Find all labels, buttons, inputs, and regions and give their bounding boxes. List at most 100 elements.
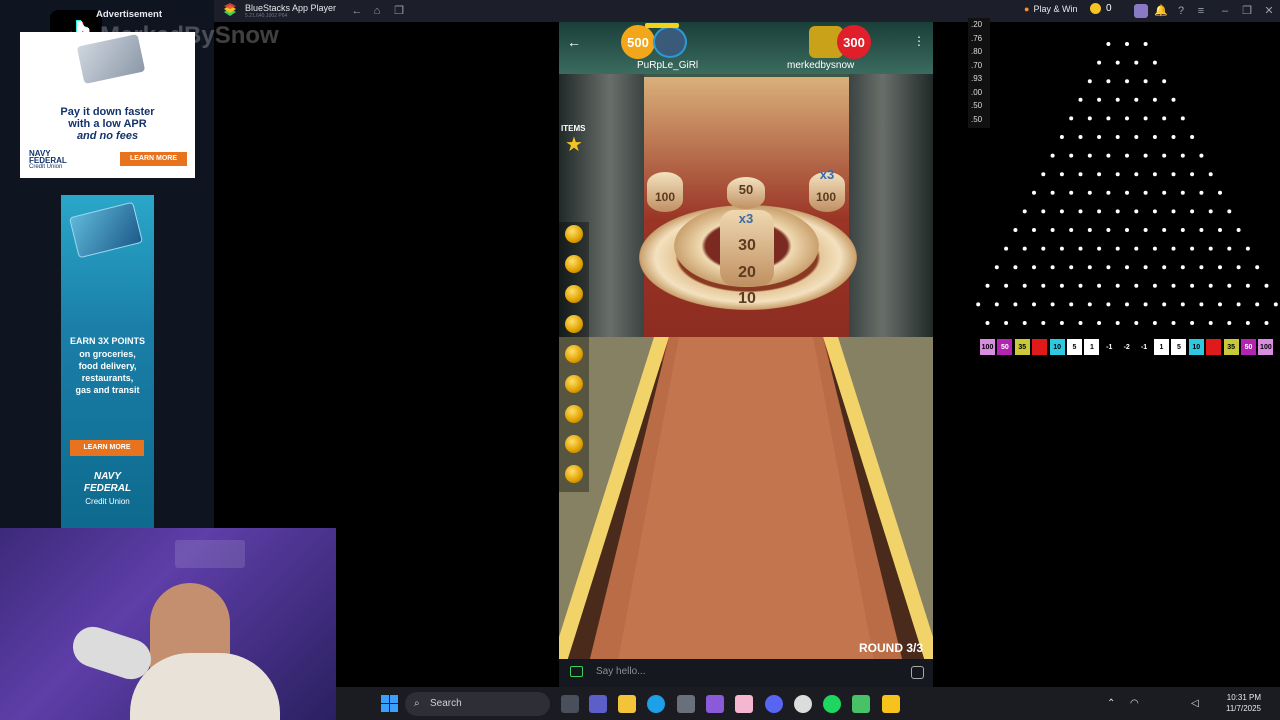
- copilot-icon[interactable]: [706, 695, 724, 713]
- plinko-peg: [1087, 116, 1092, 121]
- learn-more-button[interactable]: LEARN MORE: [70, 440, 144, 456]
- plinko-peg: [1152, 60, 1157, 65]
- plinko-peg: [1059, 283, 1064, 288]
- plinko-peg: [1208, 246, 1213, 251]
- plinko-board: [976, 42, 1278, 325]
- plinko-peg: [994, 265, 999, 270]
- plinko-peg: [1171, 97, 1176, 102]
- plinko-peg: [1097, 246, 1102, 251]
- coin-balance[interactable]: 0: [1090, 3, 1112, 14]
- plinko-peg: [1180, 228, 1185, 232]
- obs-icon[interactable]: [794, 695, 812, 713]
- plinko-peg: [1004, 246, 1009, 251]
- volume-icon[interactable]: ◁: [1191, 698, 1199, 709]
- plinko-peg: [1078, 97, 1083, 102]
- bell-icon[interactable]: 🔔: [1154, 4, 1168, 18]
- plinko-slot: 35: [1223, 339, 1239, 355]
- plinko-peg: [1134, 283, 1139, 288]
- restore-icon[interactable]: ❐: [1240, 4, 1254, 18]
- home-icon[interactable]: ⌂: [370, 4, 384, 18]
- windows-start-icon[interactable]: [381, 695, 398, 712]
- multiplier-badge: x3: [819, 167, 835, 182]
- ball-item[interactable]: [565, 405, 583, 423]
- plinko-peg: [1069, 228, 1074, 232]
- plinko-peg: [1032, 302, 1036, 307]
- photos-icon[interactable]: [735, 695, 753, 713]
- multi-instance-icon[interactable]: ❐: [392, 4, 406, 18]
- plinko-slot: 50: [997, 339, 1013, 355]
- plinko-peg: [1273, 302, 1278, 307]
- edge-icon[interactable]: [647, 695, 665, 713]
- right-rail: [849, 74, 933, 364]
- plinko-peg: [1152, 321, 1157, 325]
- close-icon[interactable]: ✕: [1262, 4, 1276, 18]
- ball-item[interactable]: [565, 465, 583, 483]
- back-arrow-icon[interactable]: ←: [350, 4, 364, 18]
- plinko-peg: [1255, 265, 1260, 270]
- task-view-icon[interactable]: [561, 695, 579, 713]
- plinko-peg: [1134, 135, 1139, 139]
- plinko-slot: 100: [980, 339, 995, 355]
- plinko-peg: [1190, 246, 1195, 251]
- store-icon[interactable]: [677, 695, 695, 713]
- chat-icon: [570, 666, 583, 677]
- plinko-peg: [1115, 246, 1120, 251]
- more-options-icon[interactable]: ⋮: [913, 34, 925, 48]
- plinko-peg: [1115, 209, 1120, 214]
- play-win-button[interactable]: ● Play & Win: [1024, 4, 1077, 14]
- plinko-peg: [1180, 153, 1185, 158]
- ball-item[interactable]: [565, 225, 583, 243]
- chat-input[interactable]: Say hello...: [596, 666, 645, 677]
- file-explorer-icon[interactable]: [618, 695, 636, 713]
- tray-chevron-icon[interactable]: ⌃: [1107, 698, 1115, 709]
- minimize-icon[interactable]: –: [1218, 4, 1232, 18]
- flame-icon: ●: [1024, 4, 1030, 14]
- hole-score-center-top: 50: [738, 182, 754, 197]
- avatar[interactable]: [1134, 4, 1148, 18]
- plinko-slot: -2: [1119, 339, 1135, 355]
- plinko-peg: [1143, 79, 1148, 84]
- skeeball-game-view[interactable]: 100 50 100 x3 x3 30 20 10 ← 500 PuRpLe_G…: [559, 22, 933, 687]
- sticker-icon[interactable]: [911, 666, 924, 679]
- star-item-icon[interactable]: ★: [563, 134, 585, 156]
- plinko-peg: [1050, 228, 1055, 232]
- discord-icon[interactable]: [765, 695, 783, 713]
- plinko-peg: [1180, 265, 1185, 270]
- back-arrow-icon[interactable]: ←: [567, 34, 581, 50]
- ball-item[interactable]: [565, 315, 583, 333]
- system-clock[interactable]: 10:31 PM 11/7/2025: [1226, 692, 1261, 714]
- plinko-peg: [1097, 321, 1102, 325]
- bluestacks-taskbar-icon[interactable]: [882, 695, 900, 713]
- plinko-peg: [1143, 153, 1148, 158]
- plinko-peg: [1078, 246, 1083, 251]
- wifi-icon[interactable]: ◠: [1130, 698, 1139, 709]
- plinko-peg: [1022, 321, 1027, 325]
- plinko-peg: [1050, 153, 1055, 158]
- teams-icon[interactable]: [589, 695, 607, 713]
- coin-count: 0: [1106, 3, 1112, 14]
- plinko-peg: [1069, 302, 1074, 307]
- ball-item[interactable]: [565, 285, 583, 303]
- plinko-peg: [1171, 209, 1176, 214]
- menu-icon[interactable]: ≡: [1194, 4, 1208, 18]
- ad-banner-rewards[interactable]: EARN 3X POINTS on groceries, food delive…: [61, 195, 154, 528]
- ball-item[interactable]: [565, 255, 583, 273]
- search-icon: ⌕: [414, 698, 420, 709]
- ad-banner-credit-card[interactable]: Pay it down faster with a low APR and no…: [20, 32, 195, 178]
- ball-item[interactable]: [565, 345, 583, 363]
- plinko-peg: [1106, 153, 1111, 158]
- ball-item[interactable]: [565, 435, 583, 453]
- spotify-icon[interactable]: [823, 695, 841, 713]
- help-icon[interactable]: ?: [1174, 4, 1188, 18]
- plinko-peg: [1264, 283, 1269, 288]
- learn-more-button[interactable]: LEARN MORE: [120, 152, 187, 166]
- plinko-peg: [1180, 302, 1185, 307]
- plinko-peg: [1162, 79, 1167, 84]
- ball-item[interactable]: [565, 375, 583, 393]
- notes-icon[interactable]: [852, 695, 870, 713]
- plinko-peg: [1255, 302, 1260, 307]
- hole-score-30: 30: [738, 237, 756, 254]
- ad-line: with a low APR: [68, 118, 147, 130]
- taskbar-search-input[interactable]: [405, 692, 550, 716]
- plinko-peg: [1125, 228, 1129, 232]
